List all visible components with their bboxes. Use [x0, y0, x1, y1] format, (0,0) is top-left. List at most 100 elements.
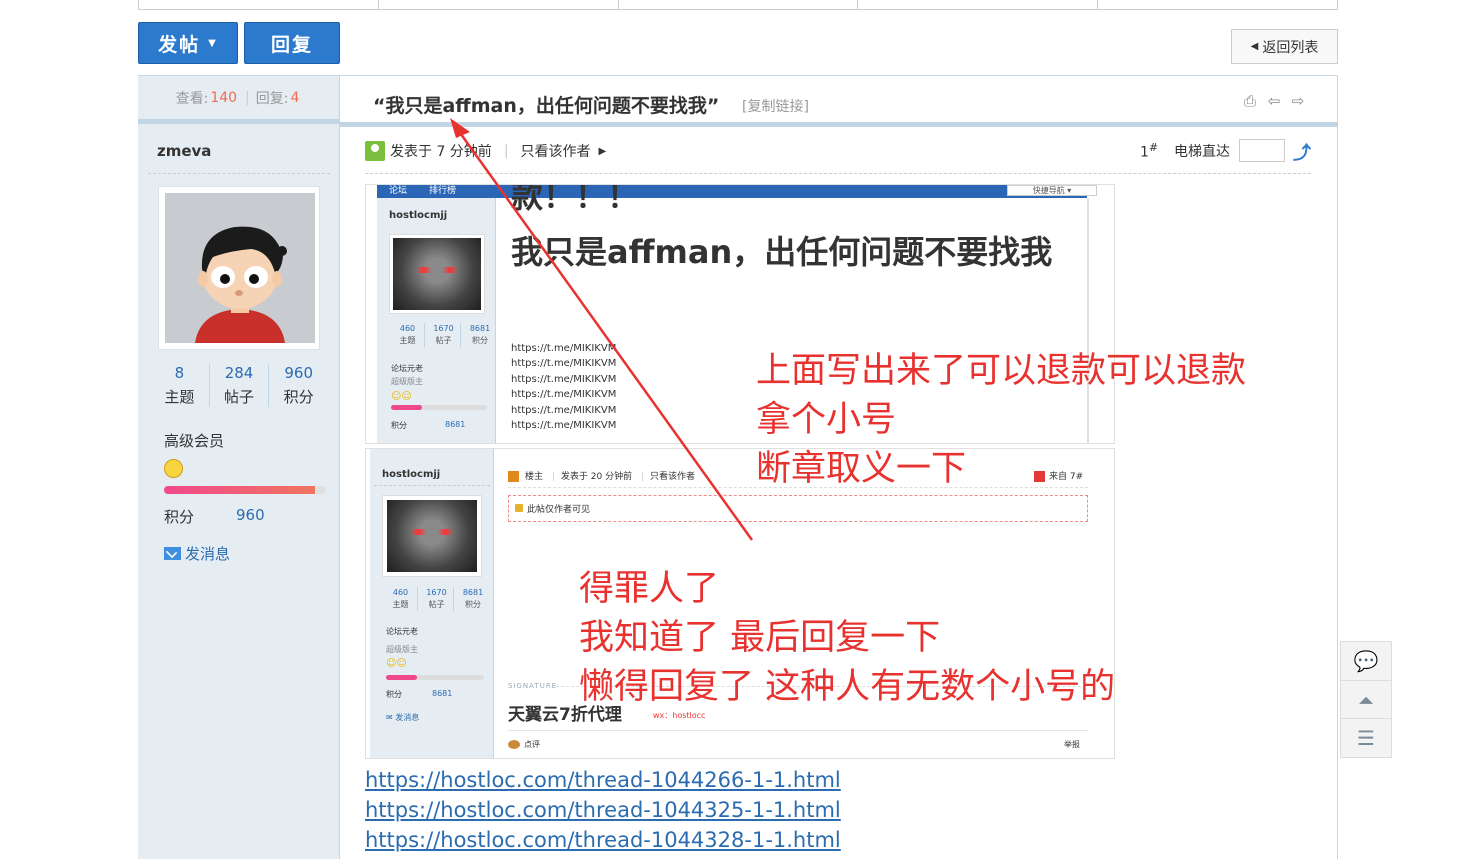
embedded-avatar	[382, 495, 482, 577]
message-icon	[164, 547, 181, 560]
embedded-stat: 1670 帖子	[420, 587, 454, 611]
chevron-right-icon: ▶	[598, 145, 607, 157]
divider	[365, 173, 1311, 174]
author-stat-credits[interactable]: 960 积分	[269, 364, 328, 407]
back-to-list-button[interactable]: ◀ 返回列表	[1231, 29, 1338, 64]
stat-label: 主题	[164, 388, 195, 406]
new-post-button[interactable]: 发帖 ▼	[138, 22, 238, 64]
thread-tools: ⎙ ⇦ ⇨	[1241, 92, 1307, 110]
thread-link[interactable]: https://hostloc.com/thread-1044325-1-1.h…	[365, 795, 841, 825]
list-icon[interactable]: ☰	[1341, 719, 1391, 757]
embedded-rank: 论坛元老	[391, 364, 423, 373]
floor-value: 1	[1140, 144, 1149, 161]
author-name[interactable]: zmeva	[157, 142, 211, 160]
elevator-go-icon[interactable]: ⤴	[1293, 139, 1311, 165]
tab-cell[interactable]	[619, 0, 859, 9]
replies-count: 4	[290, 89, 300, 106]
cartoon-avatar-icon	[165, 193, 315, 343]
online-status-icon	[365, 141, 385, 161]
divider	[374, 485, 490, 486]
embedded-link: https://t.me/MIKIKVM	[511, 404, 617, 416]
chevron-left-icon: ◀	[1250, 41, 1259, 52]
embedded-progress	[386, 675, 484, 680]
avatar[interactable]	[158, 186, 320, 350]
embedded-score-label: 积分	[386, 690, 402, 699]
back-to-list-label: 返回列表	[1262, 39, 1319, 56]
reply-label: 回复	[270, 33, 313, 56]
stat-value: 8	[174, 364, 185, 382]
tab-cell[interactable]	[139, 0, 379, 9]
divider: |	[503, 143, 509, 159]
embedded-username: hostlocmjj	[389, 210, 448, 221]
author-stats: 8 主题 284 帖子 960 积分	[150, 364, 328, 407]
post-meta: 发表于 7 分钟前 | 只看该作者 ▶	[365, 141, 606, 161]
stat-label: 帖子	[224, 388, 255, 406]
score-value[interactable]: 960	[236, 506, 265, 524]
embedded-score-label: 积分	[391, 421, 407, 430]
smiley-icon: ☺☺	[386, 658, 407, 669]
tab-cell[interactable]	[1098, 0, 1337, 9]
stat-label: 积分	[283, 388, 314, 406]
author-rank[interactable]: 高级会员	[164, 430, 224, 451]
annotation-block-1: 上面写出来了可以退款可以退款 拿个小号 断章取义一下	[756, 347, 1246, 494]
thread-link[interactable]: https://hostloc.com/thread-1044266-1-1.h…	[365, 765, 841, 795]
send-message-label: 发消息	[185, 545, 231, 563]
page-root: 发帖 ▼ 回复 ◀ 返回列表 查看: 140 | 回复: 4 zmeva 8 主…	[0, 0, 1457, 859]
annotation-line: 懒得回复了 这种人有无数个小号的	[579, 667, 1116, 707]
tab-cell[interactable]	[379, 0, 619, 9]
annotation-block-2: 得罪人了 我知道了 最后回复一下 懒得回复了 这种人有无数个小号的	[579, 565, 1115, 712]
embedded-rank: 论坛元老	[386, 627, 418, 636]
stat-value: 960	[284, 364, 313, 382]
embedded-message-link: ✉ 发消息	[386, 713, 420, 722]
embedded-rank-2: 超级版主	[391, 377, 423, 386]
author-sidebar: 查看: 140 | 回复: 4 zmeva 8 主题 284 帖子 960 积分…	[138, 76, 340, 859]
author-stat-topics[interactable]: 8 主题	[150, 364, 210, 407]
embedded-avatar	[389, 234, 485, 314]
embedded-report: 举报	[1064, 740, 1080, 749]
embedded-score: 8681	[445, 420, 466, 429]
floating-toolbar: 💬 ⏶ ☰	[1340, 641, 1392, 758]
quick-nav-button: 快捷导航 ▾	[1007, 185, 1097, 196]
floor-number[interactable]: 1#	[1140, 141, 1158, 161]
elevator-input[interactable]	[1239, 139, 1285, 162]
print-icon[interactable]: ⎙	[1241, 92, 1259, 110]
embedded-sidebar: hostlocmjj 460 主题 1670 帖子 8681 积分 论坛元老 超级版主…	[370, 449, 494, 758]
embedded-link: https://t.me/MIKIKVM	[511, 420, 617, 432]
comment-icon[interactable]: 💬	[1341, 642, 1391, 681]
send-message-link[interactable]: 发消息	[164, 543, 230, 564]
thread-link[interactable]: https://hostloc.com/thread-1044328-1-1.h…	[365, 825, 841, 855]
new-post-label: 发帖	[158, 33, 201, 56]
nav-item: 排行榜	[429, 186, 457, 196]
copy-link[interactable]: [复制链接]	[742, 96, 809, 116]
annotation-line: 拿个小号	[756, 400, 897, 440]
chevron-down-icon: ▼	[208, 37, 218, 49]
annotation-line: 得罪人了	[579, 569, 720, 609]
thread-links: https://hostloc.com/thread-1044266-1-1.h…	[365, 765, 841, 855]
tab-cell[interactable]	[858, 0, 1099, 9]
thread-title: “我只是affman，出任何问题不要找我”	[373, 95, 720, 117]
prev-thread-icon[interactable]: ⇦	[1265, 92, 1283, 110]
elevator-label: 电梯直达	[1174, 144, 1230, 160]
smiley-icon: ☺☺	[391, 391, 412, 402]
views-count: 140	[210, 89, 238, 106]
embedded-progress	[391, 405, 487, 410]
embedded-signature-label: SIGNATURE	[508, 682, 558, 690]
rank-progress-fill	[164, 486, 315, 494]
reply-button[interactable]: 回复	[244, 22, 340, 64]
divider	[508, 730, 1088, 731]
next-thread-icon[interactable]: ⇨	[1289, 92, 1307, 110]
smiley-icon	[164, 459, 183, 478]
stat-value: 284	[224, 364, 254, 382]
posted-time: 发表于 7 分钟前	[390, 144, 492, 160]
embedded-username: hostlocmjj	[382, 469, 441, 480]
floor-mark: #	[1148, 141, 1159, 154]
annotation-line: 断章取义一下	[756, 449, 967, 489]
divider: |	[245, 89, 250, 106]
header-divider	[340, 122, 1338, 127]
only-author-link[interactable]: 只看该作者	[521, 141, 591, 161]
back-to-top-icon[interactable]: ⏶	[1341, 681, 1391, 720]
author-stat-posts[interactable]: 284 帖子	[210, 364, 270, 407]
embedded-link: https://t.me/MIKIKVM	[511, 373, 617, 385]
embedded-stat: 460 主题	[384, 587, 418, 611]
embedded-link: https://t.me/MIKIKVM	[511, 343, 617, 354]
